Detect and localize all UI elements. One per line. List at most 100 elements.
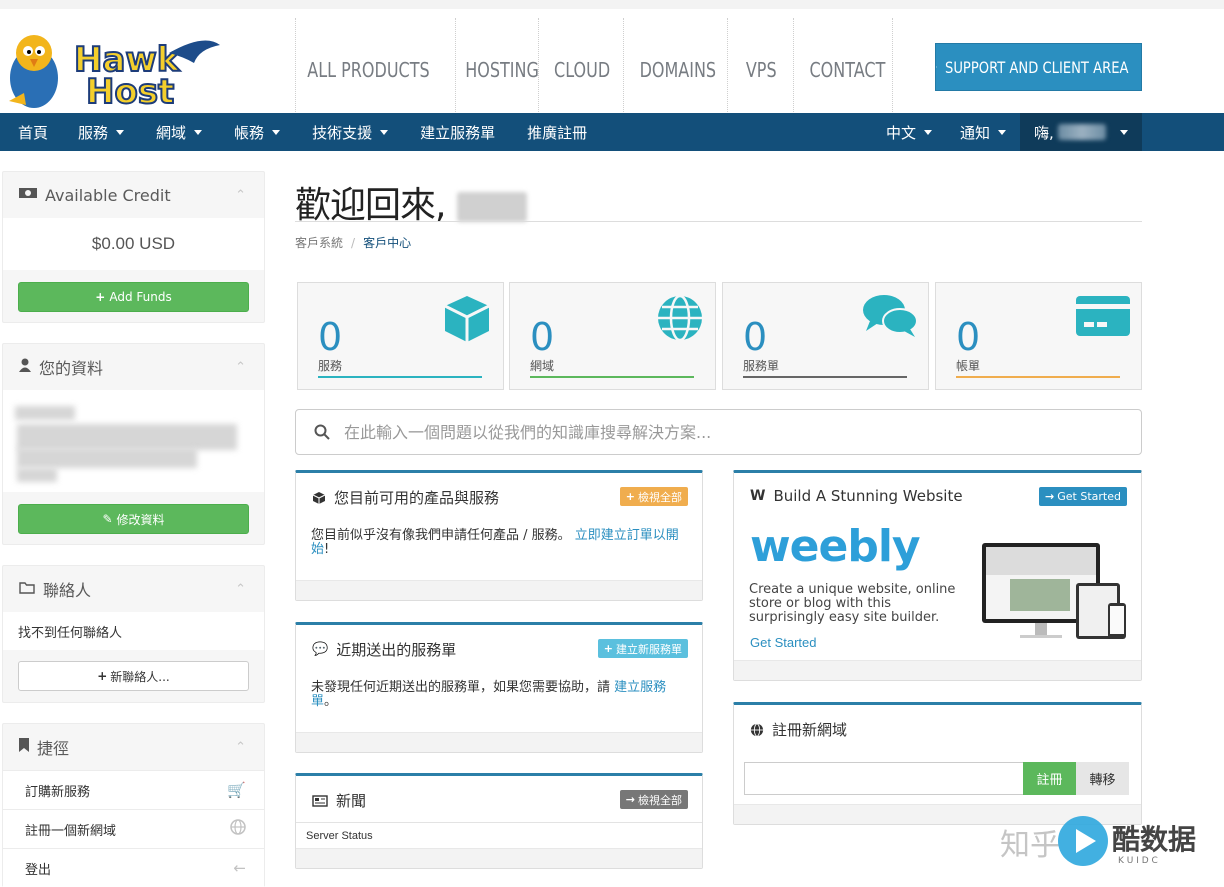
get-started-badge[interactable]: → Get Started xyxy=(1039,487,1127,506)
subnav-open-ticket[interactable]: 建立服務單 xyxy=(402,113,509,151)
arrow-left-icon: ← xyxy=(233,859,246,877)
subnav-domains[interactable]: 網域 xyxy=(138,113,216,151)
nav-cloud[interactable]: CLOUD xyxy=(538,18,623,122)
shortcut-logout[interactable]: 登出 ← xyxy=(3,848,264,887)
open-new-ticket-button[interactable]: + 建立新服務單 xyxy=(597,639,688,658)
card-footer xyxy=(296,580,702,600)
no-contacts-text: 找不到任何聯絡人 xyxy=(3,612,264,650)
profile-title: 您的資料 xyxy=(39,359,104,378)
chevron-down-icon xyxy=(380,129,389,135)
weebly-logo: weebly xyxy=(750,521,921,572)
shortcut-label: 訂購新服務 xyxy=(25,784,91,800)
register-domain-card: 註冊新網域 註冊 轉移 xyxy=(733,702,1142,825)
credit-panel-header[interactable]: Available Credit ⌃ xyxy=(3,172,264,218)
nav-hosting[interactable]: HOSTING xyxy=(455,18,538,122)
weebly-get-started-link[interactable]: Get Started xyxy=(750,635,816,650)
comments-icon xyxy=(863,295,918,337)
tickets-empty-text: 未發現任何近期送出的服務單，如果您需要協助，請 建立服務單。 xyxy=(311,680,667,709)
play-logo-icon xyxy=(1058,816,1108,866)
comments-icon: 💬 xyxy=(312,642,329,657)
watermark-brand: 酷数据 xyxy=(1112,823,1197,856)
profile-panel-header[interactable]: 您的資料 ⌃ xyxy=(3,344,264,390)
edit-profile-button[interactable]: ✎ 修改資料 xyxy=(18,504,249,534)
products-card-header: 您目前可用的產品與服務 xyxy=(312,487,499,508)
card-footer xyxy=(296,848,702,868)
transfer-domain-button[interactable]: 轉移 xyxy=(1076,762,1129,795)
notifications-menu[interactable]: 通知 xyxy=(944,113,1020,151)
shortcuts-panel-header[interactable]: 捷徑 ⌃ xyxy=(3,724,264,770)
watermark-zhihu: 知乎 xyxy=(1000,828,1060,863)
tile-count: 0 xyxy=(743,315,768,359)
shortcuts-title: 捷徑 xyxy=(37,739,70,758)
weebly-card: W Build A Stunning Website → Get Started … xyxy=(733,470,1142,681)
nav-all-products[interactable]: ALL PRODUCTS xyxy=(295,18,455,122)
user-menu[interactable]: 嗨, xyxy=(1020,113,1143,151)
chevron-up-icon[interactable]: ⌃ xyxy=(235,360,246,375)
subnav-home[interactable]: 首頁 xyxy=(0,113,62,151)
language-menu[interactable]: 中文 xyxy=(874,113,944,151)
weebly-card-header: W Build A Stunning Website xyxy=(750,487,963,505)
new-contact-button[interactable]: + 新聯絡人... xyxy=(18,661,249,691)
subnav-billing[interactable]: 帳務 xyxy=(216,113,294,151)
blurred-profile-text xyxy=(17,424,237,450)
chevron-down-icon xyxy=(998,129,1007,135)
secondary-nav: 首頁 服務 網域 帳務 技術支援 建立服務單 推廣註冊 中文 通知 嗨, xyxy=(0,113,1224,151)
shortcut-register-domain[interactable]: 註冊一個新網域 xyxy=(3,809,264,848)
blurred-profile-text xyxy=(17,448,197,468)
add-funds-button[interactable]: + Add Funds xyxy=(18,282,249,312)
search-input[interactable] xyxy=(344,422,1104,442)
contacts-title: 聯絡人 xyxy=(43,581,92,600)
shortcuts-panel: 捷徑 ⌃ 訂購新服務 🛒 註冊一個新網域 登出 ← xyxy=(2,723,265,887)
svg-text:Host: Host xyxy=(86,72,174,112)
folder-icon xyxy=(19,581,35,598)
products-card-title: 您目前可用的產品與服務 xyxy=(334,489,500,507)
tile-label: 網域 xyxy=(530,359,555,373)
domain-input[interactable] xyxy=(744,762,1023,795)
plus-icon: + xyxy=(97,669,108,683)
chevron-up-icon[interactable]: ⌃ xyxy=(235,582,246,597)
cart-icon: 🛒 xyxy=(227,781,246,799)
weebly-card-title: Build A Stunning Website xyxy=(773,487,963,505)
tickets-card-header: 💬 近期送出的服務單 xyxy=(312,639,456,660)
chevron-down-icon xyxy=(194,129,203,135)
register-domain-button[interactable]: 註冊 xyxy=(1023,762,1076,795)
support-button-label: SUPPORT AND CLIENT AREA xyxy=(945,57,1129,77)
nav-contact[interactable]: CONTACT xyxy=(793,18,893,122)
breadcrumb-current: 客戶中心 xyxy=(363,236,412,250)
view-all-products-button[interactable]: + 檢視全部 xyxy=(619,487,688,506)
tile-bar xyxy=(318,376,482,378)
news-item[interactable]: Server Status xyxy=(296,822,702,846)
subnav-affiliates[interactable]: 推廣註冊 xyxy=(509,113,601,151)
chevron-up-icon[interactable]: ⌃ xyxy=(235,740,246,755)
watermark: 知乎 酷数据 K U I D C xyxy=(1000,812,1220,874)
nav-vps[interactable]: VPS xyxy=(727,18,793,122)
chevron-up-icon[interactable]: ⌃ xyxy=(235,188,246,203)
tile-bar xyxy=(743,376,907,378)
tile-count: 0 xyxy=(530,315,555,359)
shortcut-order-services[interactable]: 訂購新服務 🛒 xyxy=(3,770,264,809)
tile-invoices[interactable]: 0 帳單 xyxy=(935,282,1142,390)
credit-title: Available Credit xyxy=(45,185,171,205)
shortcut-label: 登出 xyxy=(25,862,52,878)
tickets-card: 💬 近期送出的服務單 + 建立新服務單 未發現任何近期送出的服務單，如果您需要協助… xyxy=(295,622,703,753)
tile-domains[interactable]: 0 網域 xyxy=(509,282,716,390)
globe-icon xyxy=(658,294,702,342)
cube-icon xyxy=(312,491,326,504)
pencil-icon: ✎ xyxy=(102,512,113,526)
view-all-news-button[interactable]: → 檢視全部 xyxy=(619,790,688,809)
breadcrumb-home[interactable]: 客戶系統 xyxy=(295,236,343,250)
plus-icon: + xyxy=(95,290,106,304)
search-icon xyxy=(314,424,330,440)
support-client-area-button[interactable]: SUPPORT AND CLIENT AREA xyxy=(935,43,1142,91)
tile-count: 0 xyxy=(318,315,343,359)
newspaper-icon xyxy=(312,794,328,807)
contacts-panel-header[interactable]: 聯絡人 ⌃ xyxy=(3,566,264,612)
subnav-support[interactable]: 技術支援 xyxy=(294,113,402,151)
watermark-sub: K U I D C xyxy=(1118,856,1158,866)
nav-domains[interactable]: DOMAINS xyxy=(623,18,727,122)
hawkhost-logo[interactable]: Hawk Host xyxy=(4,23,220,113)
tile-tickets[interactable]: 0 服務單 xyxy=(722,282,929,390)
subnav-services[interactable]: 服務 xyxy=(62,113,138,151)
add-funds-label: Add Funds xyxy=(109,290,172,304)
tile-services[interactable]: 0 服務 xyxy=(297,282,504,390)
